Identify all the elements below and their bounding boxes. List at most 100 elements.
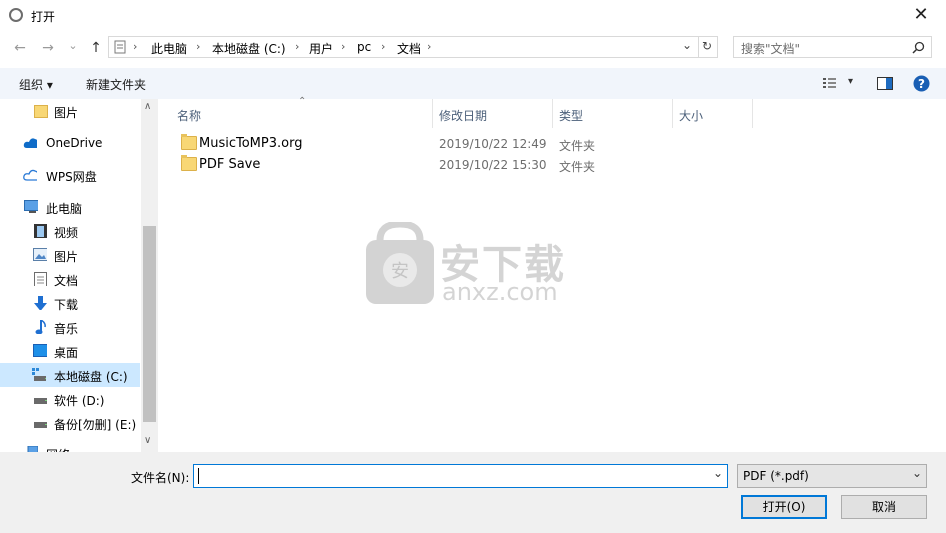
chevron-down-icon: ⌄ [912, 466, 923, 480]
sidebar-item-network[interactable]: 网络 [0, 441, 140, 452]
column-header-label: 名称 [177, 109, 202, 123]
sidebar-item-label: 音乐 [54, 322, 79, 336]
folder-icon [34, 105, 48, 118]
breadcrumb-separator: › [381, 40, 386, 53]
sidebar-item-documents[interactable]: 文档 [0, 267, 140, 291]
scroll-down-icon[interactable]: ∨ [144, 435, 151, 446]
command-bar: 组织 ▾ 新建文件夹 ▾ ? [0, 68, 946, 99]
search-placeholder: 搜索"文档" [741, 42, 801, 56]
sidebar-item-drive-e[interactable]: 备份[勿删] (E:) [0, 411, 140, 435]
back-button[interactable]: ← [12, 40, 28, 56]
sort-ascending-icon: ⌃ [298, 96, 307, 107]
file-type-value: PDF (*.pdf) [743, 469, 809, 483]
sidebar-item-downloads[interactable]: 下载 [0, 291, 140, 315]
open-button[interactable]: 打开(O) [741, 495, 827, 519]
document-icon [114, 40, 126, 54]
column-divider[interactable] [752, 99, 753, 128]
filename-label: 文件名(N): [131, 471, 190, 485]
folder-icon [181, 155, 197, 171]
column-header-type[interactable]: 类型 [553, 99, 673, 128]
divider [698, 37, 699, 57]
watermark-shield-icon: 安 [366, 222, 434, 304]
file-name: PDF Save [199, 157, 261, 172]
watermark-domain: anxz.com [442, 278, 558, 306]
scroll-up-icon[interactable]: ∧ [144, 101, 151, 112]
preview-pane-icon[interactable] [877, 77, 893, 90]
sidebar-item-music[interactable]: 音乐 [0, 315, 140, 339]
sidebar-item-videos[interactable]: 视频 [0, 219, 140, 243]
sidebar-item-label: 视频 [54, 226, 79, 240]
svg-text:?: ? [918, 77, 925, 91]
cloud-icon [23, 138, 37, 148]
column-header-size[interactable]: 大小 [673, 99, 753, 128]
new-folder-button[interactable]: 新建文件夹 [86, 76, 146, 93]
pictures-icon [33, 248, 47, 261]
breadcrumb-local-disk[interactable]: 本地磁盘 (C:) [212, 40, 286, 57]
scrollbar-thumb[interactable] [143, 226, 156, 422]
column-header-name[interactable]: 名称 ⌃ [158, 96, 433, 128]
sidebar-item-local-disk-c[interactable]: 本地磁盘 (C:) [0, 363, 140, 387]
up-button[interactable]: ↑ [88, 40, 104, 56]
download-icon [34, 296, 47, 310]
app-icon [9, 8, 23, 22]
sidebar-item-label: 下载 [54, 298, 79, 312]
file-name: MusicToMP3.org [199, 136, 303, 151]
breadcrumb-separator: › [295, 40, 300, 53]
breadcrumb-separator: › [341, 40, 346, 53]
breadcrumb-separator: › [133, 40, 138, 53]
folder-icon [181, 134, 197, 150]
file-row[interactable]: PDF Save 2019/10/22 15:30 文件夹 [174, 154, 934, 175]
view-options-icon[interactable] [823, 77, 839, 89]
sidebar-item-pictures[interactable]: 图片 [0, 243, 140, 267]
sidebar-item-label: 图片 [54, 250, 79, 264]
sidebar-item-desktop[interactable]: 桌面 [0, 339, 140, 363]
video-icon [34, 224, 47, 238]
search-icon[interactable] [912, 41, 925, 54]
file-modified: 2019/10/22 15:30 [439, 158, 547, 172]
column-header-label: 类型 [559, 109, 584, 123]
refresh-icon[interactable]: ↻ [702, 39, 712, 53]
breadcrumb-users[interactable]: 用户 [309, 40, 333, 57]
computer-icon [24, 200, 38, 213]
address-bar[interactable]: › 此电脑 › 本地磁盘 (C:) › 用户 › pc › 文档 › ⌄ ↻ [108, 36, 718, 58]
sidebar-item-label: 本地磁盘 (C:) [54, 370, 128, 384]
navigation-pane: 图片 OneDrive WPS网盘 此电脑 视频 图片 文档 下载 音乐 桌面 … [0, 99, 158, 452]
sidebar-item-label: WPS网盘 [46, 170, 97, 184]
address-dropdown-icon[interactable]: ⌄ [682, 38, 692, 52]
sidebar-item-wps-drive[interactable]: WPS网盘 [0, 163, 140, 187]
drive-icon [34, 398, 47, 404]
column-header-label: 修改日期 [439, 109, 488, 123]
view-dropdown-icon[interactable]: ▾ [848, 76, 853, 87]
column-header-label: 大小 [679, 109, 704, 123]
file-type: 文件夹 [559, 160, 596, 174]
drive-icon [34, 422, 47, 428]
file-row[interactable]: MusicToMP3.org 2019/10/22 12:49 文件夹 [174, 133, 934, 154]
filename-input[interactable]: ⌄ [193, 464, 728, 488]
close-icon[interactable]: ✕ [910, 4, 932, 26]
sidebar-item-label: 此电脑 [46, 202, 83, 216]
title-bar [0, 0, 946, 31]
breadcrumb-documents[interactable]: 文档 [397, 40, 421, 57]
organize-menu[interactable]: 组织 ▾ [19, 76, 53, 93]
sidebar-item-drive-d[interactable]: 软件 (D:) [0, 387, 140, 411]
breadcrumb-separator: › [427, 40, 432, 53]
forward-button[interactable]: → [40, 40, 56, 56]
sidebar-item-onedrive[interactable]: OneDrive [0, 131, 140, 155]
file-type-select[interactable]: PDF (*.pdf) ⌄ [737, 464, 927, 488]
column-header-modified[interactable]: 修改日期 [433, 99, 553, 128]
drive-icon [32, 368, 46, 381]
window-title: 打开 [31, 10, 56, 24]
breadcrumb-pc[interactable]: pc [357, 40, 371, 54]
cancel-button[interactable]: 取消 [841, 495, 927, 519]
cloud-outline-icon [23, 169, 37, 181]
sidebar-item-this-pc[interactable]: 此电脑 [0, 195, 140, 219]
sidebar-item-pictures-quick[interactable]: 图片 [0, 99, 140, 123]
text-cursor [198, 468, 199, 484]
svg-text:安: 安 [391, 261, 409, 282]
help-icon[interactable]: ? [913, 75, 930, 92]
search-box[interactable]: 搜索"文档" [733, 36, 932, 58]
filename-dropdown-icon[interactable]: ⌄ [713, 466, 723, 480]
recent-locations-button[interactable]: ⌄ [65, 38, 81, 54]
music-icon [35, 320, 46, 334]
breadcrumb-this-pc[interactable]: 此电脑 [151, 40, 187, 57]
